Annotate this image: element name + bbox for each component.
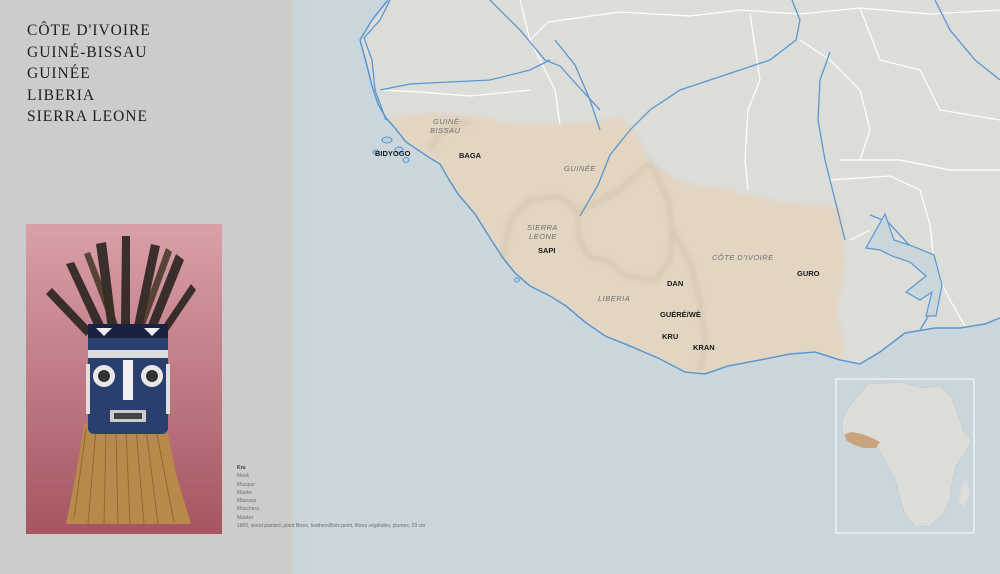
region-label-cote-divoire: CÔTE D'IVOIRE (712, 253, 774, 262)
caption-line: Mask (237, 473, 249, 480)
country-name: GUINÉ-BISSAU (27, 43, 148, 61)
ethnic-label-bidyogo: BIDYOGO (375, 149, 411, 158)
ethnic-label-kran: KRAN (693, 343, 715, 352)
country-name: GUINÉE (27, 65, 91, 82)
region-label-liberia: LIBERIA (598, 294, 630, 303)
ethnic-label-dan: DAN (667, 279, 683, 288)
caption-line: Máscara (237, 498, 257, 505)
country-name: CÔTE D'IVOIRE (27, 22, 151, 39)
ethnic-label-baga: BAGA (459, 151, 482, 160)
caption-line: Maske (237, 489, 252, 496)
country-name: SIERRA LEONE (27, 108, 148, 125)
caption-line: Masque (237, 481, 255, 488)
caption-artifact-name: Kru (237, 465, 246, 471)
country-list: CÔTE D'IVOIRE GUINÉ-BISSAU GUINÉE LIBERI… (27, 20, 151, 128)
ethnic-label-sapi: SAPI (538, 246, 556, 255)
ethnic-label-guere-we: GUÉRÉ/WÈ (660, 310, 701, 319)
region-label-sierra-leone-2: LEONE (529, 232, 557, 241)
caption-note: 1805, wood painted, plant fibres, feathe… (237, 523, 426, 530)
region-label-guinee: GUINÉE (564, 164, 596, 173)
artifact-caption: Kru Mask Masque Maske Máscara Maschera M… (237, 464, 425, 530)
ethnic-label-kru: KRU (662, 332, 678, 341)
region-label-guine-bissau-2: BISSAU (430, 126, 461, 135)
country-name: LIBERIA (27, 86, 96, 104)
region-label-sierra-leone-1: SIERRA (527, 223, 558, 232)
caption-line: Masker (237, 514, 254, 521)
region-label-guine-bissau-1: GUINÉ- (433, 117, 462, 126)
caption-line: Maschera (237, 506, 259, 513)
africa-locator-inset (835, 378, 975, 534)
ethnic-label-guro: GURO (797, 269, 820, 278)
kru-mask-photo (26, 224, 222, 534)
